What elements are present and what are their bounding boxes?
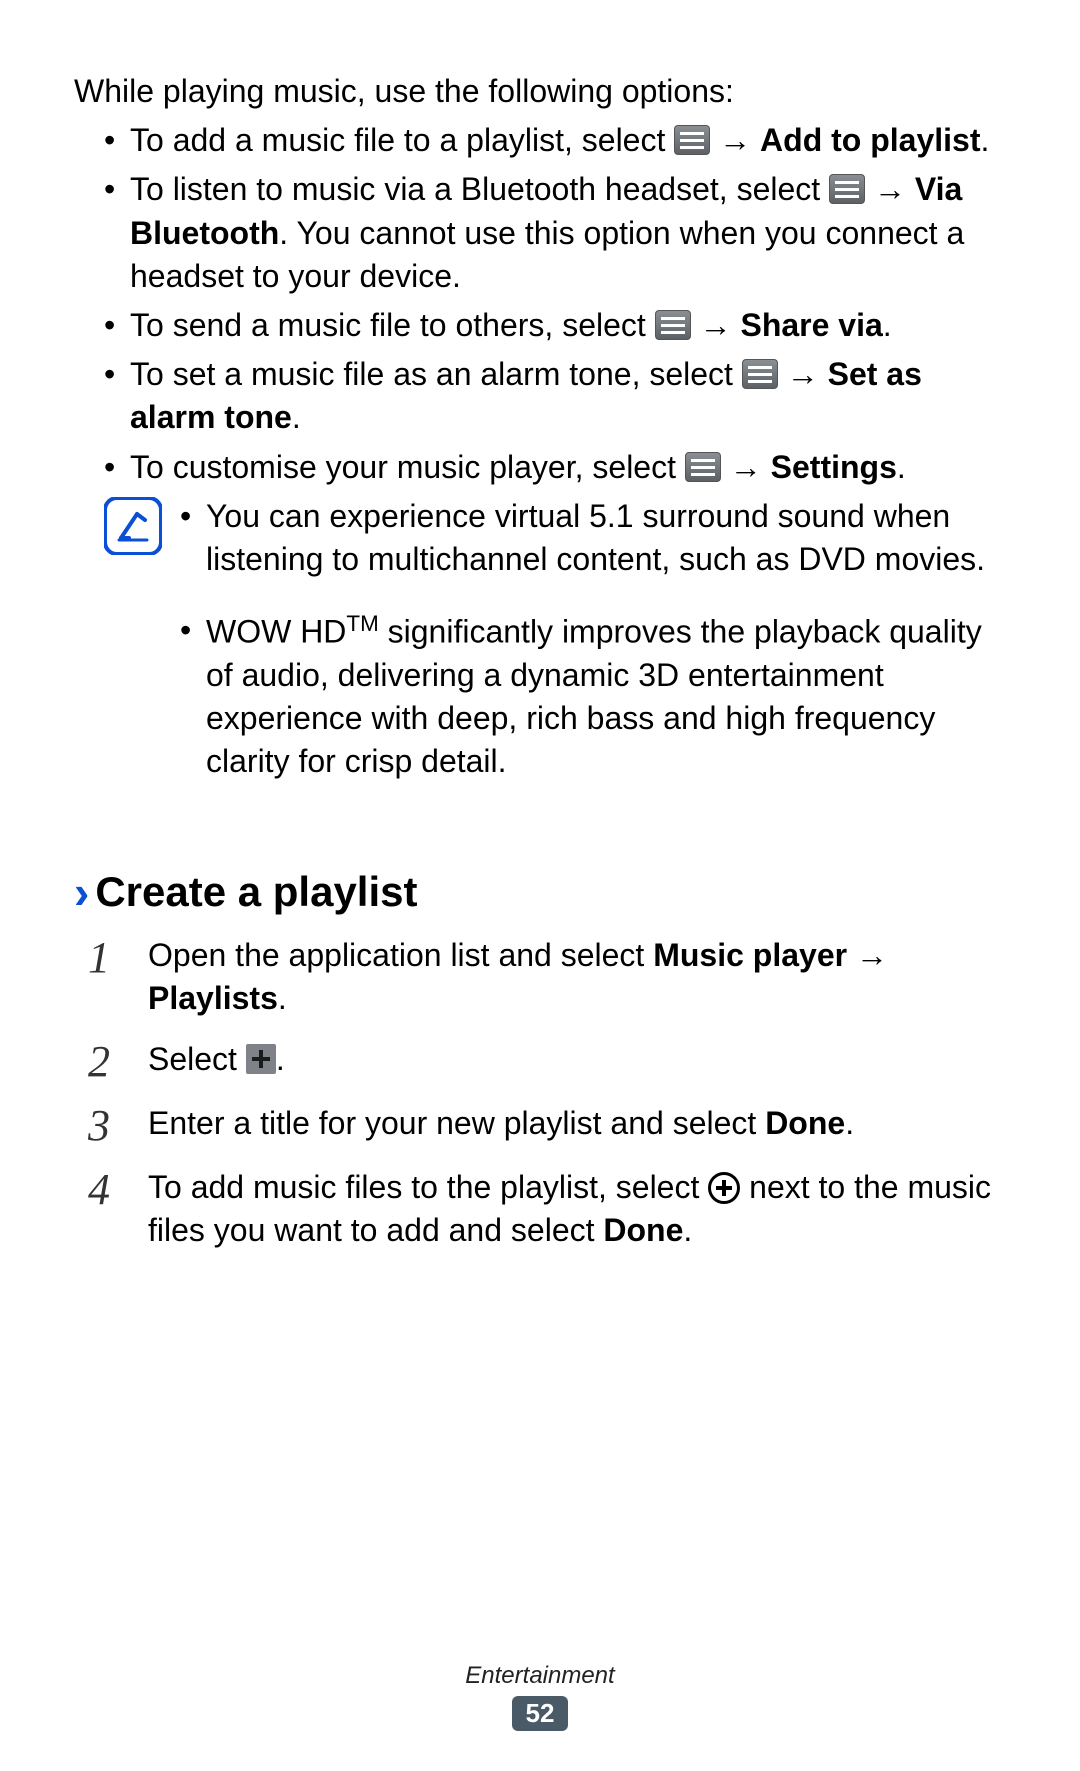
text: To send a music file to others, select (130, 307, 655, 343)
options-list: To add a music file to a playlist, selec… (74, 119, 1006, 489)
text: To add a music file to a playlist, selec… (130, 122, 674, 158)
step-2: Select . (78, 1038, 1006, 1084)
menu-icon (742, 359, 778, 389)
bold-text: Music player (653, 937, 847, 973)
text: Enter a title for your new playlist and … (148, 1105, 765, 1141)
menu-icon (829, 174, 865, 204)
menu-icon (674, 125, 710, 155)
intro-text: While playing music, use the following o… (74, 70, 1006, 113)
text: . (683, 1212, 692, 1248)
bold-text: Add to playlist (760, 122, 980, 158)
page-footer: Entertainment 52 (0, 1662, 1080, 1731)
text: To set a music file as an alarm tone, se… (130, 356, 742, 392)
bold-text: Done (603, 1212, 683, 1248)
plus-icon (246, 1044, 276, 1074)
text: . (278, 980, 287, 1016)
footer-section-name: Entertainment (0, 1662, 1080, 1690)
bold-text: Playlists (148, 980, 278, 1016)
text: . (897, 449, 906, 485)
arrow-icon: → (787, 356, 819, 392)
text: . (845, 1105, 854, 1141)
section-heading-create-playlist: ›Create a playlist (74, 861, 1006, 923)
text: You can experience virtual 5.1 surround … (206, 498, 985, 577)
bold-text: Share via (740, 307, 882, 343)
arrow-icon: → (874, 171, 906, 207)
text: . (883, 307, 892, 343)
text: To add music files to the playlist, sele… (148, 1169, 708, 1205)
bold-text: Done (765, 1105, 845, 1141)
arrow-icon: → (719, 122, 751, 158)
text: . (276, 1041, 285, 1077)
note-item-surround: You can experience virtual 5.1 surround … (180, 495, 1006, 581)
step-3: Enter a title for your new playlist and … (78, 1102, 1006, 1148)
text: Open the application list and select (148, 937, 653, 973)
text: . (980, 122, 989, 158)
text: WOW HD (206, 614, 346, 650)
option-share-via: To send a music file to others, select →… (104, 304, 1006, 347)
menu-icon (685, 452, 721, 482)
bold-text: Settings (771, 449, 897, 485)
text: To listen to music via a Bluetooth heads… (130, 171, 829, 207)
heading-text: Create a playlist (95, 868, 417, 915)
menu-icon (655, 310, 691, 340)
step-1: Open the application list and select Mus… (78, 934, 1006, 1020)
note-icon (104, 497, 162, 555)
note-item-wowhd: WOW HDTM significantly improves the play… (180, 609, 1006, 783)
option-settings: To customise your music player, select →… (104, 446, 1006, 489)
arrow-icon: → (700, 307, 732, 343)
page-number: 52 (512, 1696, 568, 1731)
step-4: To add music files to the playlist, sele… (78, 1166, 1006, 1252)
text: Select (148, 1041, 246, 1077)
steps-list: Open the application list and select Mus… (74, 934, 1006, 1253)
circle-plus-icon (708, 1172, 740, 1204)
text: . (292, 399, 301, 435)
arrow-text: → (847, 937, 888, 973)
note-block: You can experience virtual 5.1 surround … (74, 495, 1006, 812)
option-via-bluetooth: To listen to music via a Bluetooth heads… (104, 168, 1006, 298)
trademark: TM (346, 611, 378, 636)
arrow-icon: → (730, 449, 762, 485)
text: To customise your music player, select (130, 449, 685, 485)
option-set-alarm-tone: To set a music file as an alarm tone, se… (104, 353, 1006, 439)
option-add-to-playlist: To add a music file to a playlist, selec… (104, 119, 1006, 162)
chevron-icon: › (74, 866, 89, 918)
